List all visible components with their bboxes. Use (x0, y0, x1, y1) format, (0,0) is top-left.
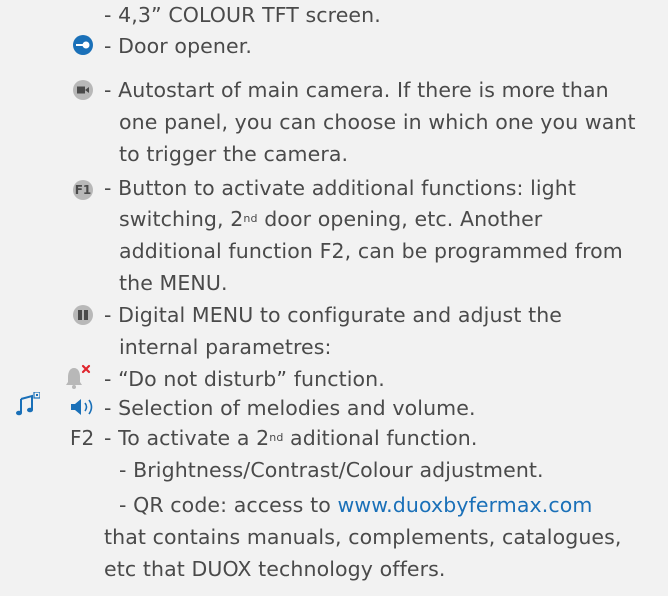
do-not-disturb-bell-icon (64, 364, 94, 394)
qr-text-2: that contains manuals, complements, cata… (104, 525, 622, 549)
f1-button-icon: F1 (73, 180, 93, 200)
melodies-text: - Selection of melodies and volume. (104, 396, 476, 420)
f1-text-2: switching, 2nd door opening, etc. Anothe… (119, 207, 543, 231)
menu-text-2: internal parametres: (119, 335, 332, 359)
autostart-text-2: one panel, you can choose in which one y… (119, 110, 636, 134)
menu-text-1: - Digital MENU to configurate and adjust… (104, 303, 563, 327)
qr-text-3: etc that DUOX technology offers. (104, 557, 446, 581)
screen-text: - 4,3” COLOUR TFT screen. (104, 3, 381, 27)
f1-text-1: - Button to activate additional function… (104, 176, 577, 200)
brightness-text: - Brightness/Contrast/Colour adjustment. (119, 458, 544, 482)
f1-icon-label: F1 (74, 183, 92, 197)
duox-website-link[interactable]: www.duoxbyfermax.com (337, 493, 592, 517)
qr-text-1: - QR code: access to www.duoxbyfermax.co… (119, 493, 593, 517)
menu-icon (73, 305, 93, 325)
f2-text: - To activate a 2nd aditional function. (104, 426, 478, 450)
autostart-text-3: to trigger the camera. (119, 142, 349, 166)
key-icon (73, 35, 93, 55)
dnd-text: - “Do not disturb” function. (104, 367, 385, 391)
door-opener-text: - Door opener. (104, 34, 252, 58)
volume-icon (70, 397, 100, 421)
camera-icon (73, 80, 93, 100)
f1-text-3: additional function F2, can be programme… (119, 239, 623, 263)
f1-text-4: the MENU. (119, 271, 228, 295)
melody-note-icon (14, 391, 41, 422)
f2-label-icon: F2 (70, 426, 95, 450)
autostart-text-1: - Autostart of main camera. If there is … (104, 78, 609, 102)
